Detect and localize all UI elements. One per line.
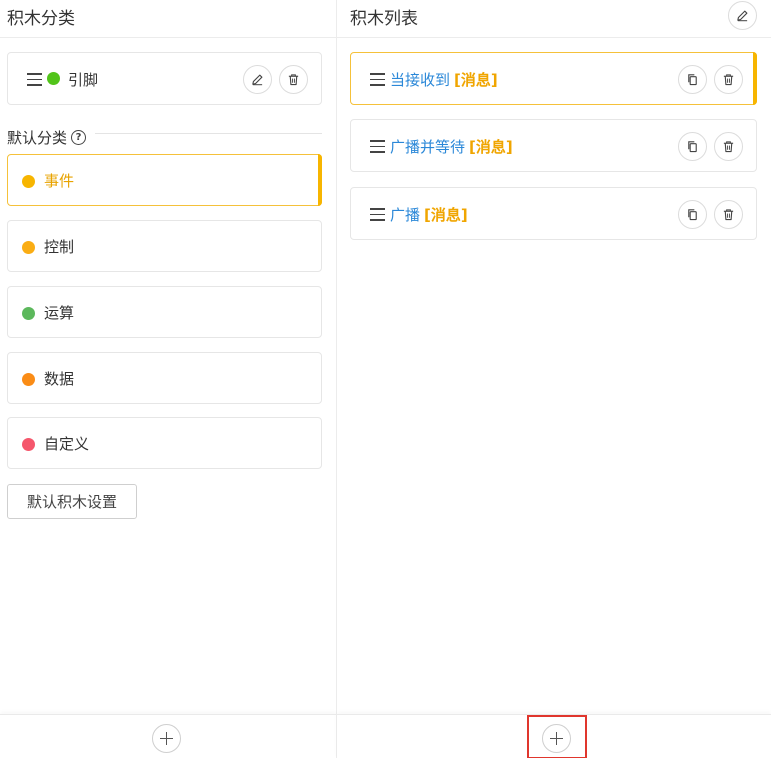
category-item-control[interactable]: 控制 xyxy=(7,220,322,272)
add-block-button[interactable] xyxy=(542,724,571,753)
drag-handle-icon[interactable] xyxy=(370,140,385,153)
default-category-label: 默认分类 xyxy=(7,129,68,147)
trash-icon xyxy=(288,74,299,86)
category-color-dot xyxy=(22,241,35,254)
pin-script-card[interactable]: 引脚 xyxy=(7,52,322,105)
delete-block-button[interactable] xyxy=(714,65,743,94)
pencil-icon xyxy=(737,10,748,22)
question-circle-icon[interactable]: ? xyxy=(71,130,87,145)
category-panel-title: 积木分类 xyxy=(7,9,75,29)
category-label: 运算 xyxy=(44,304,75,322)
category-color-dot xyxy=(22,373,35,386)
copy-block-button[interactable] xyxy=(678,65,707,94)
delete-script-button[interactable] xyxy=(279,65,308,94)
drag-handle-icon[interactable] xyxy=(370,73,385,86)
category-color-dot xyxy=(22,438,35,451)
category-item-custom[interactable]: 自定义 xyxy=(7,417,322,469)
category-color-dot xyxy=(22,175,35,188)
block-label: 广播 [消息] xyxy=(390,204,468,225)
block-label: 广播并等待 [消息] xyxy=(390,136,513,157)
block-label: 当接收到 [消息] xyxy=(390,69,498,90)
block-name: 广播并等待 xyxy=(390,138,466,156)
script-label: 引脚 xyxy=(68,71,99,89)
default-category-heading: 默认分类 ? xyxy=(7,127,87,148)
category-label: 数据 xyxy=(44,370,75,388)
active-indicator xyxy=(318,154,322,206)
block-tag: [消息] xyxy=(469,138,513,156)
copy-block-button[interactable] xyxy=(678,132,707,161)
block-list-footer xyxy=(337,714,771,758)
edit-block-list-button[interactable] xyxy=(728,1,757,30)
category-item-data[interactable]: 数据 xyxy=(7,352,322,404)
category-label: 自定义 xyxy=(44,435,90,453)
drag-handle-icon[interactable] xyxy=(27,73,42,86)
add-category-button[interactable] xyxy=(152,724,181,753)
block-list-panel: 积木列表 当接收到 [消息] 广播并等待 [消息] 广播 [消息] xyxy=(337,0,771,758)
copy-block-button[interactable] xyxy=(678,200,707,229)
section-divider xyxy=(95,133,322,134)
pencil-icon xyxy=(252,74,263,86)
trash-icon xyxy=(723,209,734,221)
delete-block-button[interactable] xyxy=(714,132,743,161)
category-label: 控制 xyxy=(44,238,75,256)
block-item-broadcast[interactable]: 广播 [消息] xyxy=(350,187,757,240)
trash-icon xyxy=(723,141,734,153)
delete-block-button[interactable] xyxy=(714,200,743,229)
category-panel-header: 积木分类 xyxy=(0,0,336,38)
copy-icon xyxy=(688,74,697,86)
category-item-operator[interactable]: 运算 xyxy=(7,286,322,338)
category-panel-footer xyxy=(0,714,336,758)
edit-script-button[interactable] xyxy=(243,65,272,94)
block-item-when-receive[interactable]: 当接收到 [消息] xyxy=(350,52,757,105)
block-name: 广播 xyxy=(390,206,421,224)
active-indicator xyxy=(753,52,757,105)
category-item-event[interactable]: 事件 xyxy=(7,154,322,206)
block-item-broadcast-and-wait[interactable]: 广播并等待 [消息] xyxy=(350,119,757,172)
block-tag: [消息] xyxy=(454,71,498,89)
block-name: 当接收到 xyxy=(390,71,451,89)
block-list-header: 积木列表 xyxy=(337,0,771,38)
drag-handle-icon[interactable] xyxy=(370,208,385,221)
block-list-title: 积木列表 xyxy=(350,9,418,29)
category-label: 事件 xyxy=(44,172,75,190)
category-color-dot xyxy=(22,307,35,320)
block-tag: [消息] xyxy=(424,206,468,224)
trash-icon xyxy=(723,74,734,86)
copy-icon xyxy=(688,141,697,153)
default-block-settings-button[interactable]: 默认积木设置 xyxy=(7,484,137,519)
category-panel: 积木分类 引脚 默认分类 ? 事件 控制 运算 数据 自定义 默认积木设置 xyxy=(0,0,336,758)
script-color-dot xyxy=(47,72,60,85)
copy-icon xyxy=(688,209,697,221)
